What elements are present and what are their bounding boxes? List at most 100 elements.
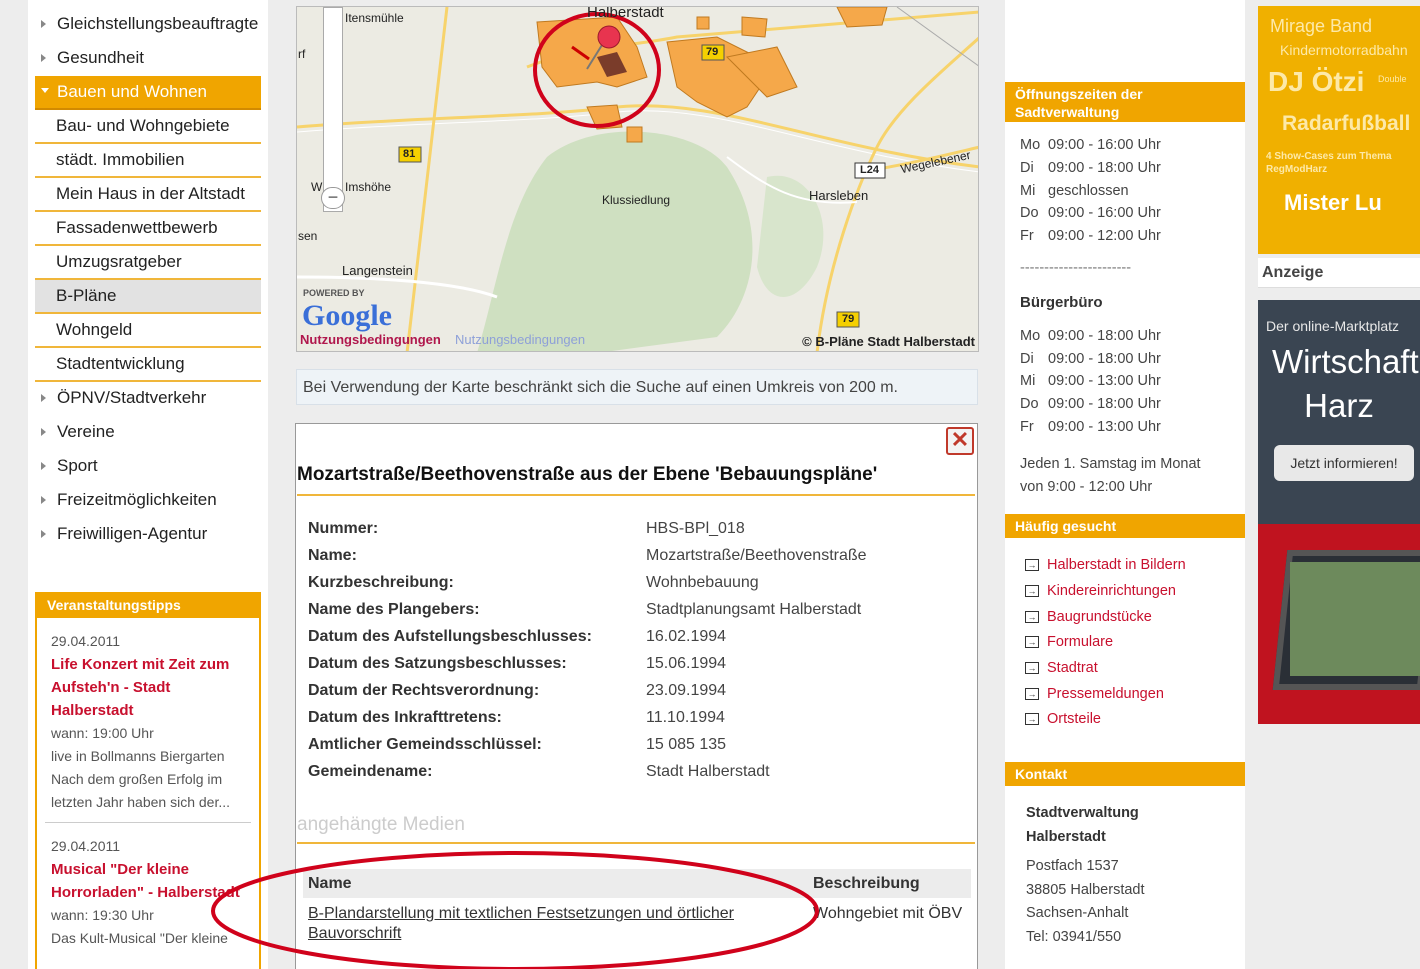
sidebar-item[interactable]: Vereine [35, 416, 261, 450]
link-arrow-icon: → [1025, 713, 1039, 726]
detail-row: Datum der Rechtsverordnung: 23.09.1994 [308, 680, 958, 707]
quick-link-label: Halberstadt in Bildern [1047, 557, 1186, 574]
sidebar-item[interactable]: Bau- und Wohngebiete [35, 110, 261, 144]
sidebar-item[interactable]: Umzugsratgeber [35, 246, 261, 280]
detail-key: Nummer: [308, 520, 379, 537]
map-label: W [311, 180, 323, 194]
popup-title: Mozartstraße/Beethovenstraße aus der Ebe… [297, 464, 975, 496]
detail-row: Datum des Satzungsbeschlusses: 15.06.1994 [308, 653, 958, 680]
detail-row: Name: Mozartstraße/Beethovenstraße [308, 545, 958, 572]
chevron-right-icon [41, 530, 49, 538]
terms-link[interactable]: Nutzungsbedingungen [300, 332, 441, 347]
ad-banner-bottom[interactable]: Der online-Marktplatz Wirtschaft Harz Je… [1258, 300, 1420, 724]
sidebar-item[interactable]: Sport [35, 450, 261, 484]
contact-line: Postfach 1537 [1026, 858, 1119, 875]
sidebar-item-label: städt. Immobilien [56, 150, 185, 169]
link-arrow-icon: → [1025, 687, 1039, 700]
ad-text: 4 Show-Cases zum Thema RegModHarz [1266, 151, 1392, 175]
detail-value: Stadt Halberstadt [646, 763, 770, 780]
detail-row: Kurzbeschreibung: Wohnbebauung [308, 572, 958, 599]
detail-key: Gemeindename: [308, 763, 433, 780]
map-label-harsleben: Harsleben [809, 188, 869, 203]
events-heading: Veranstaltungstipps [37, 592, 259, 618]
zoom-out-button[interactable]: − [321, 187, 345, 209]
sidebar-item-label: B-Pläne [56, 286, 117, 305]
quick-link[interactable]: → Pressemeldungen [1025, 681, 1245, 707]
chevron-right-icon [41, 54, 49, 62]
zoom-slider[interactable] [323, 7, 343, 212]
quick-link[interactable]: → Halberstadt in Bildern [1025, 552, 1245, 578]
sidebar-item[interactable]: Bauen und Wohnen [35, 76, 261, 110]
event-item: 29.04.2011 Life Konzert mit Zeit zum Aufs… [37, 618, 259, 814]
map-copyright: © B-Pläne Stadt Halberstadt [802, 334, 975, 349]
ad-banner-top[interactable]: Mirage Band Kindermotorradbahn DJ Ötzi D… [1258, 6, 1420, 254]
detail-key: Name: [308, 547, 357, 564]
sidebar-item-label: Gleichstellungsbeauftragte [57, 14, 259, 33]
detail-value: HBS-BPl_018 [646, 520, 745, 537]
hours-row: Fr 09:00 - 12:00 Uhr [1020, 225, 1245, 248]
sidebar-item[interactable]: Stadtentwicklung [35, 348, 261, 382]
detail-key: Kurzbeschreibung: [308, 574, 454, 591]
ad-text: Mirage Band [1270, 16, 1373, 36]
ad-label: Anzeige [1258, 258, 1420, 288]
detail-key: Name des Plangebers: [308, 601, 480, 618]
sidebar-item[interactable]: ÖPNV/Stadtverkehr [35, 382, 261, 416]
time-range: 09:00 - 16:00 Uhr [1048, 205, 1161, 222]
ad-cta-button[interactable]: Jetzt informieren! [1274, 445, 1414, 481]
sidebar-item[interactable]: Freizeitmöglichkeiten [35, 484, 261, 518]
sidebar-item-label: Bauen und Wohnen [57, 82, 207, 101]
detail-key: Datum des Aufstellungsbeschlusses: [308, 628, 592, 645]
chevron-right-icon [41, 462, 49, 470]
quick-link[interactable]: → Kindereinrichtungen [1025, 578, 1245, 604]
close-button[interactable]: ✕ [946, 427, 974, 455]
detail-row: Nummer: HBS-BPl_018 [308, 518, 958, 545]
chevron-right-icon [41, 394, 49, 402]
map-label: Itensmühle [345, 11, 404, 25]
quick-link[interactable]: → Ortsteile [1025, 706, 1245, 732]
media-col-desc: Beschreibung [808, 869, 971, 898]
right-info-column: Öffnungszeiten der Sadtverwaltung Mo 09:0… [1005, 0, 1245, 969]
sidebar-item[interactable]: städt. Immobilien [35, 144, 261, 178]
map-label-imshoehe: Imshöhe [345, 180, 392, 194]
weekday: Mi [1020, 182, 1036, 199]
google-logo[interactable]: Google [302, 299, 392, 333]
frequent-links: → Halberstadt in Bildern → Kindereinrichtun… [1005, 552, 1245, 732]
quick-link[interactable]: → Formulare [1025, 629, 1245, 655]
hours-heading: Öffnungszeiten der Sadtverwaltung [1005, 82, 1245, 122]
quick-link-label: Ortsteile [1047, 711, 1101, 728]
annotation-ellipse-media [211, 851, 819, 969]
quick-link-label: Kindereinrichtungen [1047, 582, 1176, 599]
sidebar-item-label: Vereine [57, 422, 115, 441]
quick-link-label: Stadtrat [1047, 659, 1098, 676]
sidebar-item[interactable]: B-Pläne [35, 280, 261, 314]
chevron-right-icon [41, 20, 49, 28]
sidebar-item[interactable]: Freiwilligen-Agentur [35, 518, 261, 552]
road-shield: L24 [860, 164, 879, 176]
sidebar-item[interactable]: Mein Haus in der Altstadt [35, 178, 261, 212]
quick-link[interactable]: → Baugrundstücke [1025, 604, 1245, 630]
hours-row: Di 09:00 - 18:00 Uhr [1020, 157, 1245, 180]
sidebar-item[interactable]: Gesundheit [35, 42, 261, 76]
sidebar-item[interactable]: Fassadenwettbewerb [35, 212, 261, 246]
sidebar-item[interactable]: Gleichstellungsbeauftragte [35, 8, 261, 42]
map[interactable]: − Halberstadt Itensmühle Imshöhe W Kluss… [296, 6, 979, 352]
ad-text: Double [1378, 74, 1407, 84]
weekday: Do [1020, 205, 1039, 222]
quick-link-label: Baugrundstücke [1047, 608, 1152, 625]
weekday: Di [1020, 159, 1034, 176]
sidebar-item-label: Sport [57, 456, 98, 475]
link-arrow-icon: → [1025, 610, 1039, 623]
time-range: 09:00 - 13:00 Uhr [1048, 418, 1161, 435]
time-range: 09:00 - 12:00 Uhr [1048, 228, 1161, 245]
sidebar-nav: Gleichstellungsbeauftragte Gesundheit Baue… [35, 8, 261, 552]
ad-text: Mister Lu [1284, 190, 1382, 215]
event-title-link[interactable]: Life Konzert mit Zeit zum Aufsteh'n - St… [51, 653, 245, 722]
separator: ----------------------- [1020, 259, 1132, 276]
ad-text: Radarfußball [1282, 112, 1411, 135]
quick-link[interactable]: → Stadtrat [1025, 655, 1245, 681]
ad-headline: Wirtschaft Harz [1272, 343, 1419, 424]
hours-row: Do 09:00 - 18:00 Uhr [1020, 393, 1245, 416]
contact-line: Tel: 03941/550 [1026, 928, 1122, 945]
sidebar-item[interactable]: Wohngeld [35, 314, 261, 348]
hours-row: Mi geschlossen [1020, 180, 1245, 203]
